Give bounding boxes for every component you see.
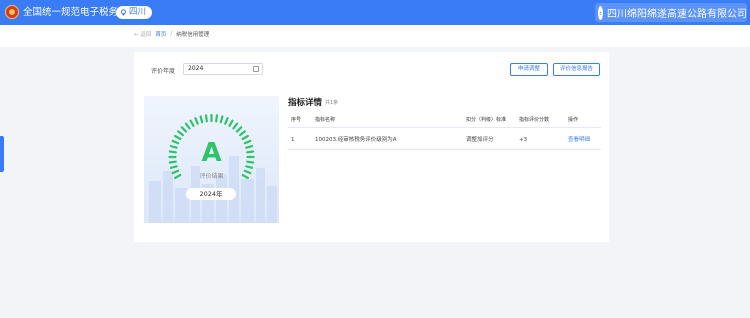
result-year-pill: 2024年 bbox=[186, 188, 236, 200]
calendar-icon bbox=[253, 66, 259, 72]
view-detail-link[interactable]: 查看明细 bbox=[568, 128, 590, 152]
grade-letter: A bbox=[201, 138, 222, 168]
gauge-tick bbox=[224, 117, 229, 125]
gauge-tick bbox=[235, 126, 243, 133]
side-float-tab[interactable] bbox=[0, 136, 4, 172]
location-pin-icon bbox=[120, 9, 127, 16]
company-name: 四川绵阳绵遂高速公路有限公司 bbox=[607, 9, 747, 20]
tax-emblem-icon bbox=[5, 5, 19, 19]
breadcrumb-separator: / bbox=[170, 31, 173, 37]
breadcrumb-current: 纳税信用管理 bbox=[176, 32, 210, 38]
region-selector[interactable]: 四川 bbox=[116, 6, 153, 19]
col-score: 指标评价分数 bbox=[519, 117, 550, 123]
region-label: 四川 bbox=[129, 7, 147, 17]
report-button[interactable]: 评价信息报告 bbox=[553, 63, 600, 76]
gauge-tick bbox=[177, 130, 185, 137]
row-index: 1 bbox=[291, 137, 295, 143]
gauge-tick bbox=[219, 115, 224, 124]
gauge-tick bbox=[194, 117, 199, 125]
col-action: 操作 bbox=[568, 117, 579, 123]
year-picker[interactable]: 2024 bbox=[183, 63, 263, 75]
apply-adjust-button[interactable]: 申请调整 bbox=[510, 63, 548, 76]
gauge-tick bbox=[238, 130, 246, 137]
gauge-tick bbox=[228, 119, 234, 127]
row-name: 100203.经审核税务评价级别为A bbox=[315, 137, 397, 143]
app-title: 全国统一规范电子税务局 bbox=[23, 7, 128, 18]
table-header: 序号 指标名称 扣分（判级）标准 指标评价分数 操作 bbox=[288, 112, 601, 128]
back-link[interactable]: ← 返回 bbox=[134, 30, 151, 38]
gauge-tick bbox=[215, 114, 219, 123]
gauge-tick bbox=[189, 119, 195, 127]
grade-label: 评价结果 bbox=[199, 173, 224, 180]
top-header: 全国统一规范电子税务局 四川 四川绵阳绵遂高速公路有限公司 bbox=[0, 0, 750, 25]
col-index: 序号 bbox=[291, 117, 302, 123]
user-avatar-icon bbox=[598, 5, 603, 20]
year-label: 评价年度 bbox=[151, 68, 176, 75]
col-name: 指标名称 bbox=[315, 117, 336, 123]
row-standard: 调整加评分 bbox=[466, 137, 494, 143]
breadcrumb-bar bbox=[0, 25, 750, 47]
gauge-tick bbox=[232, 122, 239, 130]
gauge-tick bbox=[199, 115, 204, 124]
table-row: 1 100203.经审核税务评价级别为A 调整加评分 +3 查看明细 bbox=[288, 128, 601, 150]
gauge-tick bbox=[180, 126, 188, 133]
col-standard: 扣分（判级）标准 bbox=[466, 117, 507, 123]
gauge-tick bbox=[184, 122, 191, 130]
detail-title: 指标详情 bbox=[288, 98, 323, 108]
gauge-tick bbox=[204, 114, 208, 123]
breadcrumb-home[interactable]: 首页 bbox=[155, 30, 166, 38]
breadcrumb: ← 返回 首页 / 纳税信用管理 bbox=[134, 30, 209, 38]
company-account[interactable]: 四川绵阳绵遂高速公路有限公司 bbox=[595, 3, 747, 22]
detail-count: 共1条 bbox=[325, 100, 339, 106]
row-score: +3 bbox=[519, 137, 528, 143]
year-value: 2024 bbox=[188, 65, 204, 72]
